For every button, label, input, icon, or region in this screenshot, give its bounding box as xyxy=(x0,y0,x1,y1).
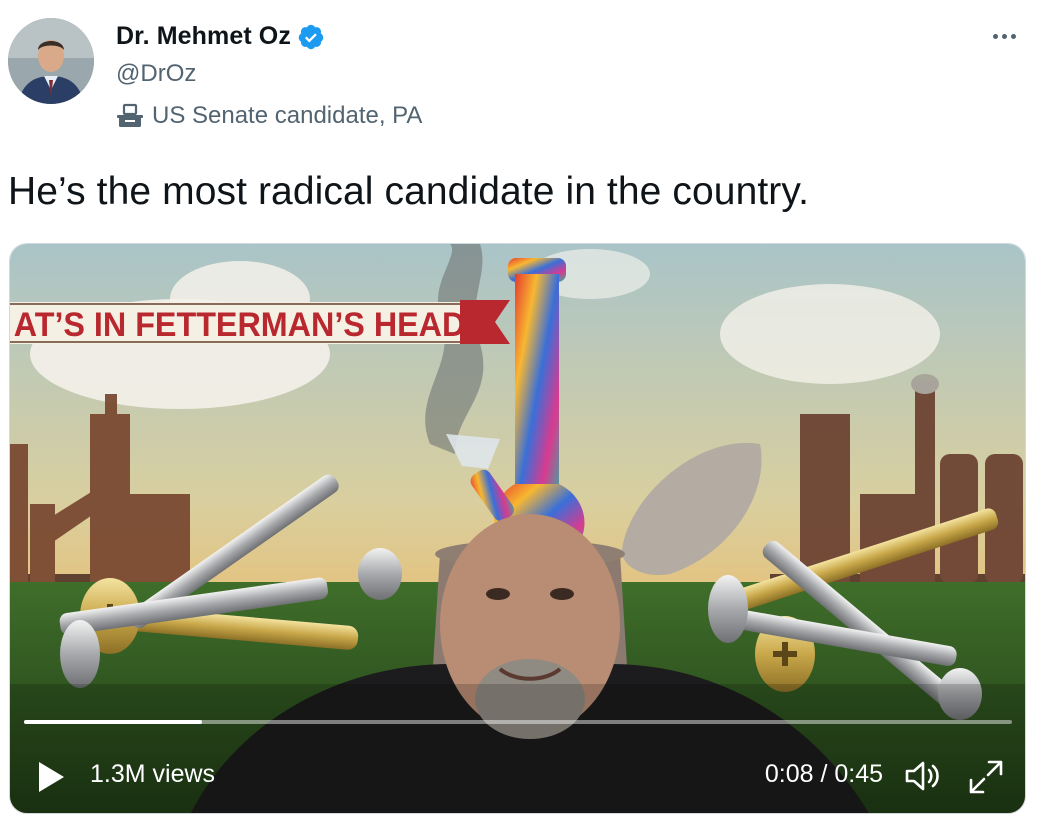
more-dot xyxy=(1010,33,1016,39)
more-options-icon[interactable] xyxy=(984,24,1024,48)
author-handle[interactable]: @DrOz xyxy=(116,60,196,88)
candidate-label: US Senate candidate, PA xyxy=(152,102,423,129)
tweet-text: He’s the most radical candidate in the c… xyxy=(8,170,810,213)
volume-icon[interactable] xyxy=(903,758,943,794)
video-progress-bar[interactable] xyxy=(24,720,1012,724)
video-frame: AT’S IN FETTERMAN’S HEAD xyxy=(10,244,1025,813)
more-dot xyxy=(1001,33,1007,39)
avatar[interactable] xyxy=(8,18,94,104)
banner-text: AT’S IN FETTERMAN’S HEAD xyxy=(14,306,466,344)
tweet-header: Dr. Mehmet Oz @DrOz US Senate candidate,… xyxy=(0,0,1038,150)
video-progress-fill xyxy=(24,720,202,724)
video-player[interactable]: AT’S IN FETTERMAN’S HEAD 1.3M views 0:08… xyxy=(9,243,1026,814)
author-name-row: Dr. Mehmet Oz xyxy=(116,22,325,51)
video-controls: 1.3M views 0:08 / 0:45 xyxy=(10,750,1025,802)
author-label: US Senate candidate, PA xyxy=(116,102,422,130)
view-count: 1.3M views xyxy=(90,760,216,788)
verified-badge-icon xyxy=(298,24,324,49)
more-dot xyxy=(992,33,998,39)
author-display-name[interactable]: Dr. Mehmet Oz xyxy=(116,22,291,51)
fullscreen-icon[interactable] xyxy=(967,758,1005,796)
ballot-box-icon xyxy=(117,103,143,127)
avatar-photo xyxy=(8,18,94,104)
play-icon[interactable] xyxy=(36,760,66,794)
video-time: 0:08 / 0:45 xyxy=(764,760,883,788)
